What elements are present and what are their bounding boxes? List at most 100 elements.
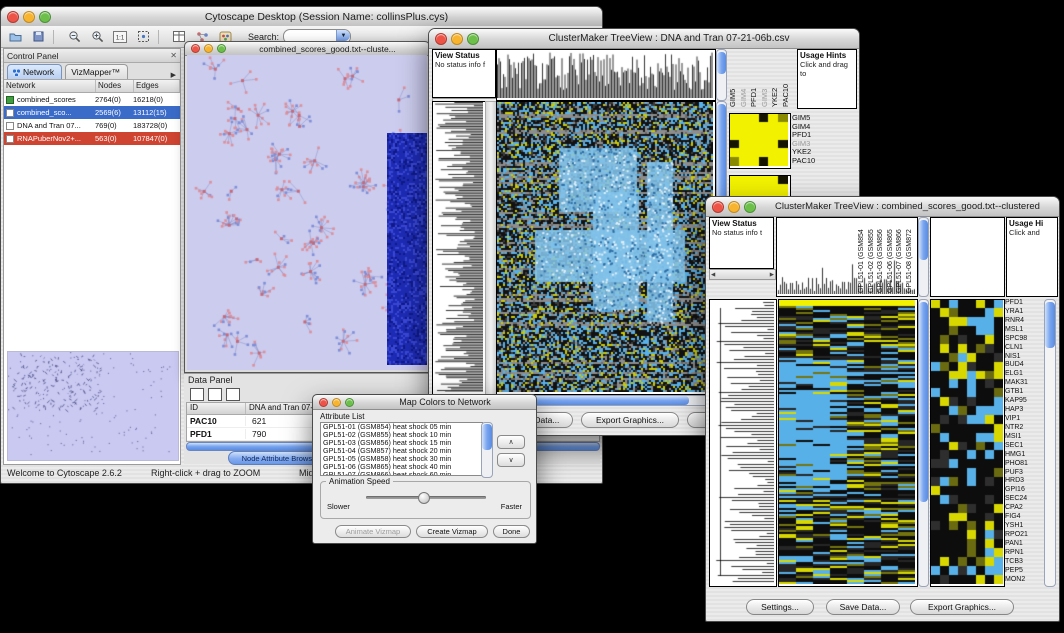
gene-label: GTB1: [1005, 388, 1043, 397]
dialog-titlebar[interactable]: Map Colors to Network: [313, 395, 536, 410]
gene-label: MON2: [1005, 576, 1043, 585]
column-label: GIM3: [760, 49, 771, 107]
zoom-out-icon[interactable]: [65, 28, 83, 46]
network-canvas-area[interactable]: [187, 55, 427, 370]
network-row[interactable]: combined_sco...2569(6)13112(15): [4, 106, 180, 119]
attribute-list-scrollbar[interactable]: [481, 422, 493, 478]
close-button[interactable]: [435, 33, 447, 45]
col-network[interactable]: Network: [4, 80, 96, 92]
row-dendrogram-pane[interactable]: [709, 299, 777, 587]
view-status-scrollbar[interactable]: ◀▶: [709, 269, 776, 280]
attribute-create-icon[interactable]: [208, 388, 222, 401]
column-label: GPL51-01 (GSM854: [858, 219, 868, 293]
column-dendrogram-pane[interactable]: [496, 49, 716, 101]
heatmap-vscrollbar[interactable]: [918, 299, 929, 587]
correlation-matrix-1-canvas[interactable]: [730, 114, 788, 166]
minimize-button[interactable]: [451, 33, 463, 45]
control-panel-tabs: Network VizMapper™ ▶: [4, 63, 180, 80]
tab-overflow-icon[interactable]: ▶: [167, 71, 180, 79]
network-overview-thumbnail[interactable]: [7, 351, 179, 461]
heatmap-canvas[interactable]: [497, 102, 713, 392]
minimize-button[interactable]: [728, 201, 740, 213]
close-button[interactable]: [319, 398, 328, 407]
close-button[interactable]: [712, 201, 724, 213]
column-dendrogram-scrollbar[interactable]: [716, 49, 727, 101]
attribute-delete-icon[interactable]: [226, 388, 240, 401]
move-down-button[interactable]: ∨: [497, 453, 525, 467]
open-file-icon[interactable]: [6, 28, 24, 46]
data-panel-toolbar: [190, 388, 240, 401]
attribute-item[interactable]: GPL51-07 (GSM866) heat shock 60 min: [321, 471, 482, 476]
top-scrollbar[interactable]: [918, 217, 929, 297]
save-session-icon[interactable]: [29, 28, 47, 46]
dense-network-block[interactable]: [387, 133, 427, 365]
save-data-button[interactable]: Save Data...: [826, 599, 900, 615]
view-status-text: No status info f: [433, 60, 495, 69]
zoom-fit-icon[interactable]: [134, 28, 152, 46]
minimize-button[interactable]: [332, 398, 341, 407]
animate-vizmap-button[interactable]: Animate Vizmap: [335, 525, 411, 538]
attribute-item[interactable]: GPL51-02 (GSM855) heat shock 10 min: [321, 431, 482, 439]
search-dropdown-icon[interactable]: ▼: [336, 30, 350, 41]
tab-vizmapper[interactable]: VizMapper™: [65, 64, 128, 79]
attribute-list-label: Attribute List: [320, 412, 364, 421]
gene-label: PHO81: [1005, 460, 1043, 469]
attribute-select-icon[interactable]: [190, 388, 204, 401]
zoom-button[interactable]: [744, 201, 756, 213]
row-dendrogram-canvas[interactable]: [433, 102, 483, 392]
gene-label: PEP5: [1005, 567, 1043, 576]
zoom-heatmap-canvas[interactable]: [931, 300, 1003, 584]
gene-label: YSH1: [1005, 522, 1043, 531]
treeview2-titlebar[interactable]: ClusterMaker TreeView : combined_scores_…: [706, 197, 1059, 217]
settings-button[interactable]: Settings...: [746, 599, 814, 615]
zoom-in-icon[interactable]: [88, 28, 106, 46]
export-graphics-button[interactable]: Export Graphics...: [581, 412, 679, 428]
col-edges[interactable]: Edges: [134, 80, 180, 92]
panel-close-icon[interactable]: ✕: [170, 51, 177, 60]
done-button[interactable]: Done: [493, 525, 530, 538]
network-row[interactable]: RNAPuberNov2+...563(0)107847(0): [4, 132, 180, 145]
zoom-one-to-one-icon[interactable]: 1:1: [111, 28, 129, 46]
close-button[interactable]: [7, 11, 19, 23]
network-table-header: Network Nodes Edges: [4, 80, 180, 93]
heatmap-pane[interactable]: [778, 299, 918, 587]
network-row[interactable]: combined_scores2764(0)16218(0): [4, 93, 180, 106]
create-vizmap-button[interactable]: Create Vizmap: [416, 525, 488, 538]
network-view-titlebar[interactable]: combined_scores_good.txt--cluste...: [185, 42, 429, 56]
attribute-item[interactable]: GPL51-01 (GSM854) heat shock 05 min: [321, 423, 482, 431]
row-dendrogram-canvas[interactable]: [710, 300, 774, 584]
close-button[interactable]: [191, 44, 200, 53]
slider-thumb[interactable]: [418, 492, 430, 504]
attribute-item[interactable]: GPL51-05 (GSM858) heat shock 30 min: [321, 455, 482, 463]
export-graphics-button[interactable]: Export Graphics...: [910, 599, 1014, 615]
zoom-button[interactable]: [345, 398, 354, 407]
gene-list-scrollbar[interactable]: [1044, 299, 1056, 587]
faster-label: Faster: [501, 502, 522, 511]
heatmap-pane[interactable]: [496, 101, 716, 395]
heatmap-canvas[interactable]: [779, 300, 915, 584]
attribute-item[interactable]: GPL51-06 (GSM865) heat shock 40 min: [321, 463, 482, 471]
col-nodes[interactable]: Nodes: [96, 80, 134, 92]
attribute-item[interactable]: GPL51-04 (GSM857) heat shock 20 min: [321, 447, 482, 455]
dialog-title: Map Colors to Network: [354, 397, 536, 407]
animation-speed-slider[interactable]: [366, 496, 486, 499]
row-dendrogram-pane[interactable]: [432, 101, 486, 395]
attribute-list[interactable]: GPL51-01 (GSM854) heat shock 05 minGPL51…: [320, 422, 483, 476]
treeview1-titlebar[interactable]: ClusterMaker TreeView : DNA and Tran 07-…: [429, 29, 859, 49]
correlation-matrix-1[interactable]: [729, 113, 791, 169]
zoom-button[interactable]: [217, 44, 226, 53]
window-controls: [712, 201, 756, 213]
zoom-heatmap-pane[interactable]: [930, 299, 1005, 587]
column-label: YKE2: [770, 49, 781, 107]
minimize-button[interactable]: [23, 11, 35, 23]
zoom-button[interactable]: [467, 33, 479, 45]
column-dendrogram-canvas[interactable]: [497, 50, 713, 98]
main-titlebar[interactable]: Cytoscape Desktop (Session Name: collins…: [1, 7, 602, 27]
col-id[interactable]: ID: [187, 403, 246, 414]
minimize-button[interactable]: [204, 44, 213, 53]
move-up-button[interactable]: ∧: [497, 435, 525, 449]
tab-network[interactable]: Network: [7, 64, 62, 79]
network-row[interactable]: DNA and Tran 07...769(0)183728(0): [4, 119, 180, 132]
attribute-item[interactable]: GPL51-03 (GSM856) heat shock 15 min: [321, 439, 482, 447]
zoom-button[interactable]: [39, 11, 51, 23]
